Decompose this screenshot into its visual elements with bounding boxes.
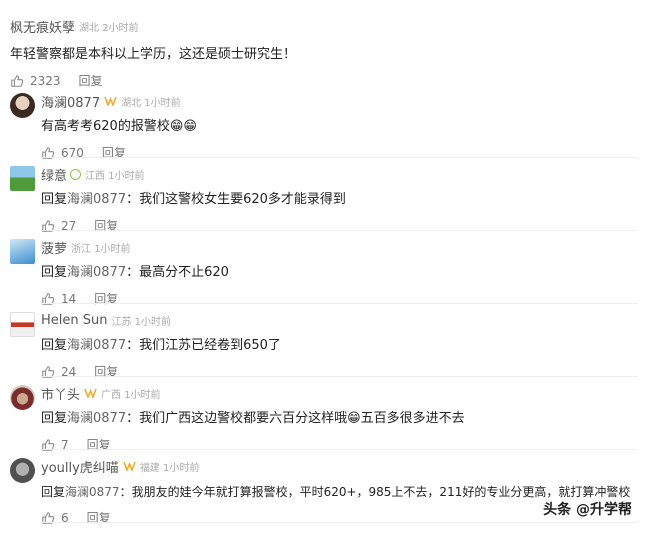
- mention-link[interactable]: 海澜0877: [65, 485, 120, 499]
- mention-link[interactable]: 海澜0877: [67, 265, 126, 280]
- reply-meta: 福建 1小时前: [139, 462, 200, 474]
- divider: [41, 449, 638, 450]
- reply-button[interactable]: 回复: [87, 509, 111, 526]
- reply-button[interactable]: 回复: [94, 217, 118, 234]
- reply-button[interactable]: 回复: [94, 363, 118, 380]
- like-count: 2323: [30, 73, 61, 88]
- reply-text: 回复海澜0877：我们江苏已经卷到650了: [41, 338, 281, 353]
- reply-username[interactable]: Helen Sun: [41, 313, 108, 328]
- reply-button[interactable]: 回复: [94, 290, 118, 307]
- vip-badge-icon: [84, 388, 97, 398]
- mention-link[interactable]: 海澜0877: [67, 411, 126, 426]
- top-comment-text: 年轻警察都是本科以上学历，这还是硕士研究生！: [10, 47, 297, 62]
- reply-item: 菠萝 浙江 1小时前 回复海澜0877：最高分不止620 14 回复: [41, 239, 640, 307]
- divider: [41, 157, 638, 158]
- leaf-badge-icon: [70, 168, 82, 180]
- reply-meta: 浙江 1小时前: [71, 243, 131, 255]
- avatar[interactable]: [10, 93, 35, 118]
- avatar[interactable]: [10, 239, 35, 264]
- divider: [41, 230, 638, 231]
- divider: [41, 303, 638, 304]
- avatar[interactable]: [10, 385, 35, 410]
- divider: [41, 522, 638, 523]
- divider: [41, 376, 638, 377]
- reply-meta: 江西 1小时前: [85, 170, 145, 182]
- avatar[interactable]: [10, 312, 35, 337]
- like-button[interactable]: 2323: [10, 74, 61, 88]
- reply-item: Helen Sun 江苏 1小时前 回复海澜0877：我们江苏已经卷到650了 …: [41, 312, 640, 380]
- reply-username[interactable]: 海澜0877: [41, 92, 100, 111]
- reply-button[interactable]: 回复: [79, 72, 103, 89]
- reply-meta: 江苏 1小时前: [111, 316, 172, 328]
- reply-item: 绿意 江西 1小时前 回复海澜0877：我们这警校女生要620多才能录得到 27…: [41, 166, 640, 234]
- top-comment-meta: 湖北 2小时前: [79, 22, 139, 34]
- reply-text: 回复海澜0877：我们广西这边警校都要六百分这样哦😁五百多很多进不去: [41, 411, 465, 426]
- reply-meta: 湖北 1小时前: [121, 97, 181, 109]
- watermark: 头条 @升学帮: [543, 502, 632, 518]
- thumbs-up-icon: [11, 74, 24, 87]
- reply-button[interactable]: 回复: [102, 144, 126, 161]
- avatar[interactable]: [10, 458, 35, 483]
- reply-username[interactable]: 市丫头: [41, 384, 80, 403]
- reply-username[interactable]: 绿意: [41, 165, 67, 184]
- reply-meta: 广西 1小时前: [101, 389, 161, 401]
- top-comment: 枫无痕妖孽 湖北 2小时前 年轻警察都是本科以上学历，这还是硕士研究生！ 232…: [10, 18, 650, 89]
- mention-link[interactable]: 海澜0877: [67, 192, 126, 207]
- mention-link[interactable]: 海澜0877: [67, 338, 126, 353]
- reply-text: 有高考考620的报警校😁😁: [41, 119, 197, 134]
- reply-username[interactable]: yoully虎纠喵: [41, 457, 119, 476]
- top-comment-username[interactable]: 枫无痕妖孽: [10, 17, 75, 36]
- vip-badge-icon: [104, 96, 117, 106]
- reply-item: 海澜0877 湖北 1小时前 有高考考620的报警校😁😁 670 回复: [41, 93, 640, 161]
- vip-badge-icon: [123, 461, 136, 471]
- reply-text: 回复海澜0877：我们这警校女生要620多才能录得到: [41, 192, 346, 207]
- reply-text: 回复海澜0877：最高分不止620: [41, 265, 229, 280]
- avatar[interactable]: [10, 166, 35, 191]
- reply-username[interactable]: 菠萝: [41, 238, 67, 257]
- reply-item: 市丫头 广西 1小时前 回复海澜0877：我们广西这边警校都要六百分这样哦😁五百…: [41, 385, 640, 453]
- reply-button[interactable]: 回复: [87, 436, 111, 453]
